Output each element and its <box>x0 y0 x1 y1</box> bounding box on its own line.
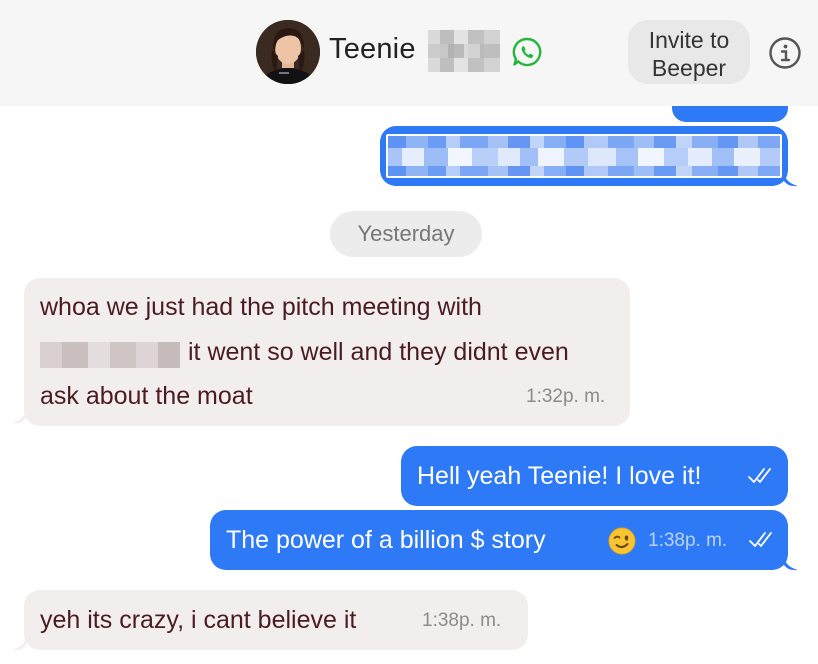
read-check-icon <box>748 468 771 483</box>
outgoing-message-redacted[interactable] <box>380 126 788 186</box>
bubble-tail <box>12 637 26 651</box>
day-separator: Yesterday <box>330 211 482 257</box>
message-timestamp: 1:32p. m. <box>526 386 606 407</box>
bubble-tail <box>784 173 798 187</box>
message-text: The power of a billion $ story <box>226 526 546 554</box>
bubble-tail <box>784 557 798 571</box>
bubble-tail <box>12 410 26 424</box>
redacted-surname <box>428 30 500 72</box>
message-line: it went so well and they didnt even <box>188 338 569 366</box>
redacted-name <box>40 342 180 368</box>
winking-face-emoji <box>608 527 636 555</box>
message-line: ask about the moat <box>40 382 253 410</box>
whatsapp-icon <box>511 36 543 68</box>
message-timestamp: 1:38p. m. <box>422 610 502 631</box>
message-line: whoa we just had the pitch meeting with <box>40 293 482 321</box>
chat-header: Teenie Invite to Beeper <box>0 0 818 106</box>
read-check-icon <box>749 532 772 547</box>
invite-to-beeper-button[interactable]: Invite to Beeper <box>628 20 750 84</box>
avatar-photo <box>256 20 320 84</box>
message-text: Hell yeah Teenie! I love it! <box>417 462 702 490</box>
invite-button-line1: Invite to <box>648 27 730 53</box>
outgoing-message[interactable]: Hell yeah Teenie! I love it! <box>401 446 788 506</box>
outgoing-message[interactable]: The power of a billion $ story 1:38p. m. <box>210 510 788 570</box>
incoming-message[interactable]: yeh its crazy, i cant believe it 1:38p. … <box>24 590 528 650</box>
contact-name[interactable]: Teenie <box>329 33 416 66</box>
avatar[interactable] <box>256 20 320 84</box>
message-text: yeh its crazy, i cant believe it <box>40 606 357 634</box>
redacted-text <box>386 134 782 178</box>
invite-button-line2: Beeper <box>651 55 727 81</box>
message-timestamp: 1:38p. m. <box>648 530 728 551</box>
incoming-message[interactable]: whoa we just had the pitch meeting with … <box>24 278 630 426</box>
info-icon[interactable] <box>768 36 802 70</box>
